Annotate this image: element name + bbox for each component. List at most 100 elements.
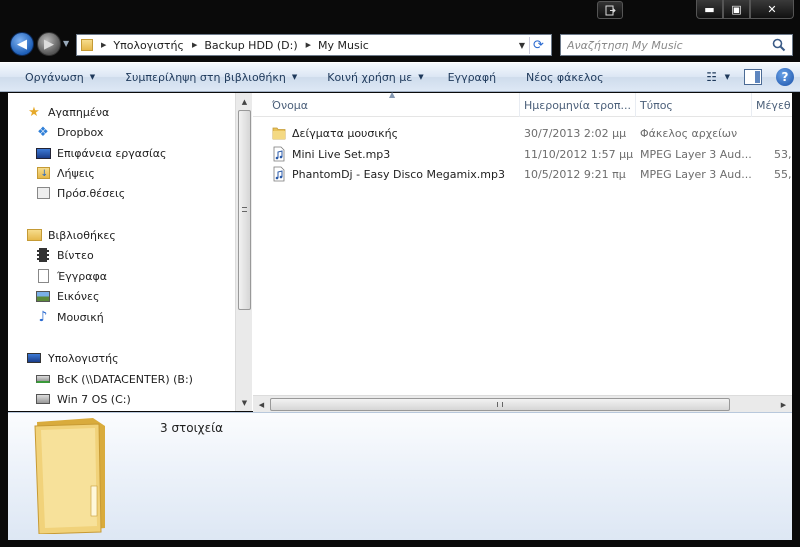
scroll-left-button[interactable]: ◀	[253, 396, 270, 413]
snap-window-button[interactable]	[597, 1, 623, 19]
chevron-right-icon[interactable]: ▶	[306, 41, 311, 49]
organize-label: Οργάνωση	[25, 70, 84, 84]
file-name: Δείγματα μουσικής	[292, 126, 399, 140]
arrow-left-icon: ◀	[17, 36, 27, 52]
nav-item-network-drive[interactable]: BcK (\\DATACENTER) (B:)	[35, 369, 193, 389]
close-button[interactable]: ✕	[750, 0, 794, 19]
column-size[interactable]: Μέγεθ	[752, 93, 792, 117]
scroll-thumb[interactable]	[238, 110, 251, 310]
maximize-icon: ▣	[731, 2, 742, 16]
address-bar[interactable]: ▶ Υπολογιστής ▶ Backup HDD (D:) ▶ My Music …	[76, 34, 552, 56]
recent-places-icon	[35, 185, 51, 201]
table-row[interactable]: Δείγματα μουσικής 30/7/2013 2:02 μμ Φάκε…	[253, 123, 792, 143]
mp3-file-icon	[273, 146, 285, 162]
chevron-down-icon: ▼	[89, 73, 96, 81]
folder-icon	[81, 39, 93, 51]
minimize-button[interactable]: ▬	[696, 0, 723, 19]
breadcrumb-computer[interactable]: Υπολογιστής	[113, 39, 184, 52]
organize-menu[interactable]: Οργάνωση ▼	[0, 63, 107, 91]
star-icon: ★	[28, 104, 40, 120]
table-row[interactable]: Mini Live Set.mp3 11/10/2012 1:57 μμ MPE…	[253, 144, 792, 164]
details-pane: 3 στοιχεία	[8, 412, 792, 540]
preview-pane-button[interactable]	[744, 69, 762, 85]
new-folder-button[interactable]: Νέος φάκελος	[508, 63, 616, 91]
forward-button[interactable]: ▶	[37, 32, 61, 56]
scroll-up-button[interactable]: ▲	[236, 93, 253, 110]
folder-icon	[34, 418, 105, 534]
pictures-icon	[35, 288, 51, 304]
navigation-scrollbar[interactable]: ▲ ▼	[235, 93, 252, 411]
column-date-modified[interactable]: Ημερομηνία τροπ...	[520, 93, 636, 117]
burn-button[interactable]: Εγγραφή	[436, 63, 508, 91]
command-bar: Οργάνωση ▼ Συμπερίληψη στη βιβλιοθήκη ▼ Κο…	[0, 62, 800, 92]
breadcrumb-backup-hdd[interactable]: Backup HDD (D:)	[204, 39, 297, 52]
file-size-cell	[752, 123, 792, 143]
dropbox-icon: ❖	[37, 124, 49, 140]
search-icon[interactable]	[772, 38, 786, 52]
chevron-down-icon: ▼	[418, 73, 424, 81]
column-name[interactable]: Όνομα	[268, 93, 520, 117]
nav-item-recent-places[interactable]: Πρόσ.θέσεις	[35, 183, 125, 203]
nav-item-label: Εικόνες	[57, 289, 100, 303]
desktop-icon	[35, 145, 51, 161]
nav-item-label: Επιφάνεια εργασίας	[57, 146, 167, 160]
help-button[interactable]: ?	[776, 68, 794, 86]
chevron-right-icon[interactable]: ▶	[192, 41, 197, 49]
file-name-cell: Δείγματα μουσικής	[272, 123, 520, 143]
nav-item-label: Πρόσ.θέσεις	[57, 186, 126, 200]
file-date-cell: 11/10/2012 1:57 μμ	[524, 147, 634, 161]
file-name-cell: PhantomDj - Easy Disco Megamix.mp3	[272, 164, 520, 184]
nav-item-music[interactable]: ♪ Μουσική	[35, 307, 104, 327]
minimize-icon: ▬	[704, 2, 715, 16]
nav-item-label: Win 7 OS (C:)	[57, 392, 131, 406]
nav-libraries[interactable]: Βιβλιοθήκες	[26, 225, 116, 245]
file-type-cell: MPEG Layer 3 Aud...	[640, 147, 752, 161]
nav-item-local-disk-c[interactable]: Win 7 OS (C:)	[35, 389, 131, 409]
search-input[interactable]	[567, 38, 767, 52]
nav-computer[interactable]: Υπολογιστής	[26, 348, 119, 368]
downloads-icon: ↓	[35, 165, 51, 181]
recent-pages-dropdown[interactable]: ▼	[63, 39, 69, 48]
nav-item-label: BcK (\\DATACENTER) (B:)	[57, 372, 193, 386]
view-options-dropdown[interactable]: ▼	[725, 73, 730, 81]
address-history-dropdown[interactable]: ▼	[519, 41, 525, 50]
chevron-down-icon: ▼	[291, 73, 298, 81]
nav-favorites[interactable]: ★ Αγαπημένα	[26, 102, 109, 122]
scroll-down-button[interactable]: ▼	[236, 394, 253, 411]
table-row[interactable]: PhantomDj - Easy Disco Megamix.mp3 10/5/…	[253, 164, 792, 184]
scroll-right-button[interactable]: ▶	[775, 396, 792, 413]
refresh-icon: ⟳	[533, 38, 544, 53]
nav-item-dropbox[interactable]: ❖ Dropbox	[35, 122, 103, 142]
file-name: Mini Live Set.mp3	[292, 147, 391, 161]
change-view-button[interactable]: ☷	[701, 67, 723, 87]
nav-libraries-label: Βιβλιοθήκες	[48, 228, 116, 242]
music-note-icon: ♪	[38, 309, 48, 325]
main-area: ★ Αγαπημένα ❖ Dropbox Επιφάνεια εργασίας…	[8, 90, 792, 412]
breadcrumb-my-music[interactable]: My Music	[318, 39, 369, 52]
include-library-label: Συμπερίληψη στη βιβλιοθήκη	[125, 70, 286, 84]
refresh-button[interactable]: ⟳	[529, 37, 547, 54]
chevron-right-icon[interactable]: ▶	[101, 41, 106, 49]
navigation-pane: ★ Αγαπημένα ❖ Dropbox Επιφάνεια εργασίας…	[8, 93, 234, 411]
burn-label: Εγγραφή	[447, 70, 497, 84]
horizontal-scrollbar[interactable]: ◀ ▶	[253, 395, 792, 412]
arrow-right-icon: ▶	[44, 36, 54, 52]
include-in-library-menu[interactable]: Συμπερίληψη στη βιβλιοθήκη ▼	[107, 63, 309, 91]
horizontal-scroll-thumb[interactable]	[270, 398, 730, 411]
help-icon: ?	[781, 70, 789, 84]
mp3-file-icon	[273, 166, 285, 182]
nav-item-pictures[interactable]: Εικόνες	[35, 286, 99, 306]
column-date-label: Ημερομηνία τροπ...	[524, 98, 631, 112]
nav-item-downloads[interactable]: ↓ Λήψεις	[35, 163, 95, 183]
share-with-menu[interactable]: Κοινή χρήση με ▼	[309, 63, 435, 91]
back-button[interactable]: ◀	[10, 32, 34, 56]
nav-item-desktop[interactable]: Επιφάνεια εργασίας	[35, 143, 166, 163]
nav-item-videos[interactable]: Βίντεο	[35, 245, 94, 265]
column-type[interactable]: Τύπος	[636, 93, 752, 117]
libraries-icon	[26, 227, 42, 243]
search-box[interactable]	[560, 34, 793, 56]
navigation-bar: ◀ ▶ ▼ ▶ Υπολογιστής ▶ Backup HDD (D:) ▶ My …	[0, 29, 800, 59]
file-type-cell: Φάκελος αρχείων	[640, 126, 738, 140]
nav-item-documents[interactable]: Έγγραφα	[35, 266, 107, 286]
maximize-button[interactable]: ▣	[723, 0, 750, 19]
